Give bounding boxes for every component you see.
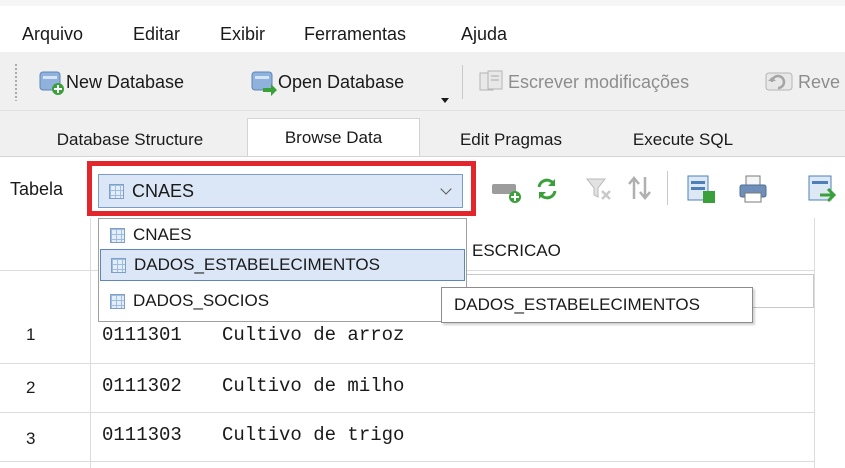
open-database-label: Open Database: [278, 71, 405, 92]
row-number: 1: [26, 325, 36, 344]
row-divider: [0, 363, 814, 364]
new-database-button[interactable]: New Database: [38, 65, 184, 99]
write-changes-label: Escrever modificações: [508, 71, 690, 92]
menu-arquivo[interactable]: Arquivo: [22, 24, 83, 45]
clear-filter-icon[interactable]: [584, 175, 614, 203]
export-icon[interactable]: [685, 173, 717, 205]
cell-description[interactable]: Cultivo de milho: [222, 375, 404, 397]
cell-description[interactable]: Cultivo de arroz: [222, 324, 404, 346]
menu-editar[interactable]: Editar: [133, 24, 180, 45]
menu-bar: Arquivo Editar Exibir Ferramentas Ajuda: [0, 0, 845, 52]
row-number: 3: [26, 429, 36, 448]
cell-code[interactable]: 0111302: [102, 375, 182, 397]
cell-code[interactable]: 0111301: [102, 324, 182, 346]
open-database-icon: [251, 71, 277, 96]
grid-right-border: [814, 218, 815, 468]
revert-changes-button[interactable]: Reve: [764, 65, 840, 99]
add-record-icon[interactable]: [490, 175, 524, 205]
tab-browse-data[interactable]: Browse Data: [247, 118, 420, 157]
toolbar-grip[interactable]: [14, 63, 18, 101]
selection-highlight-box: [87, 161, 476, 216]
table-icon: [110, 293, 125, 309]
revert-changes-icon: [765, 72, 793, 91]
dropdown-option-label: CNAES: [133, 225, 192, 244]
browse-separator: [667, 171, 668, 205]
tab-database-structure[interactable]: Database Structure: [30, 124, 230, 156]
write-changes-button[interactable]: Escrever modificações: [478, 65, 689, 99]
row-divider: [0, 461, 814, 462]
toolbar-separator: [462, 65, 463, 99]
refresh-icon[interactable]: [534, 175, 560, 203]
revert-changes-label: Reve: [798, 71, 841, 92]
sort-icon[interactable]: [625, 173, 655, 203]
tooltip: DADOS_ESTABELECIMENTOS: [441, 287, 753, 323]
cell-description[interactable]: Cultivo de trigo: [222, 424, 404, 446]
menu-ajuda[interactable]: Ajuda: [461, 24, 507, 45]
table-dropdown-list: CNAES DADOS_ESTABELECIMENTOS DADOS_SOCIO…: [98, 218, 467, 322]
row-number: 2: [26, 378, 36, 397]
main-toolbar: New Database Open Database Escrever modi…: [0, 53, 845, 111]
table-icon: [110, 227, 125, 243]
table-label: Tabela: [10, 179, 64, 199]
column-header-descricao[interactable]: ESCRICAO: [472, 241, 561, 261]
tab-execute-sql[interactable]: Execute SQL: [604, 124, 762, 156]
print-icon[interactable]: [737, 173, 769, 205]
row-divider: [0, 412, 814, 413]
table-icon: [111, 257, 126, 273]
dropdown-option-label: DADOS_SOCIOS: [133, 291, 270, 310]
dropdown-option-cnaes[interactable]: CNAES: [100, 219, 465, 251]
write-changes-icon: [479, 70, 503, 91]
menu-exibir[interactable]: Exibir: [220, 24, 265, 45]
cell-code[interactable]: 0111303: [102, 424, 182, 446]
table-export-icon[interactable]: [806, 173, 838, 205]
tab-bar: Database Structure Browse Data Edit Prag…: [0, 112, 845, 157]
open-database-button[interactable]: Open Database: [250, 65, 404, 99]
tab-edit-pragmas[interactable]: Edit Pragmas: [432, 124, 590, 156]
menu-ferramentas[interactable]: Ferramentas: [304, 24, 406, 45]
dropdown-option-dados-socios[interactable]: DADOS_SOCIOS: [100, 285, 465, 317]
dropdown-option-dados-estabelecimentos[interactable]: DADOS_ESTABELECIMENTOS: [100, 249, 465, 281]
new-database-label: New Database: [66, 71, 185, 92]
dropdown-option-label: DADOS_ESTABELECIMENTOS: [134, 255, 380, 274]
new-database-icon: [39, 71, 64, 95]
row-header-divider: [90, 218, 91, 468]
open-database-dropdown-icon[interactable]: [441, 98, 449, 103]
